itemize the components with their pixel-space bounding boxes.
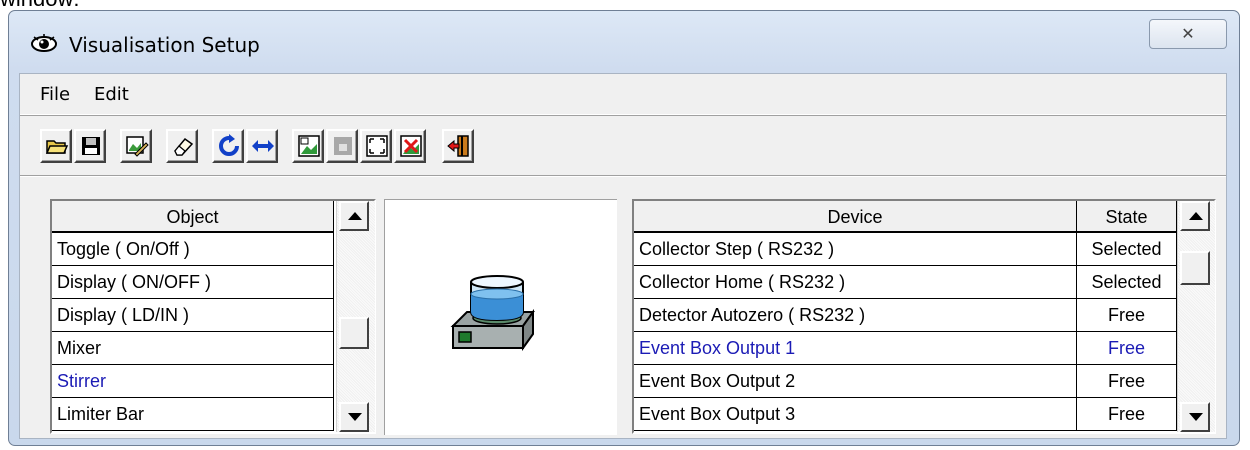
device-name-cell: Collector Home ( RS232 )	[634, 266, 1077, 298]
object-item-label: Display ( LD/IN )	[52, 299, 334, 331]
eye-icon	[31, 33, 57, 55]
client-area: File Edit Object Toggle (On/Off) Displ…	[19, 73, 1227, 439]
device-column-header[interactable]: Device	[634, 201, 1077, 233]
edit-picture-icon	[126, 136, 149, 157]
window-title: Visualisation Setup	[69, 33, 260, 57]
scroll-down-button[interactable]	[1180, 402, 1210, 432]
device-list: Device State Collector Step ( RS232 ) Sel…	[632, 199, 1216, 434]
object-item-label: Stirrer	[52, 365, 334, 397]
menu-file[interactable]: File	[40, 84, 70, 105]
fit-window-icon	[366, 135, 388, 157]
object-list-scrollbar[interactable]	[336, 201, 375, 432]
exit-button[interactable]	[442, 129, 474, 163]
menu-bar: File Edit	[20, 74, 1226, 114]
device-state-cell: Free	[1077, 332, 1177, 364]
visualisation-setup-window: Visualisation Setup ✕ File Edit Object T…	[8, 10, 1240, 446]
device-list-row[interactable]: Detector Autozero ( RS232 ) Free	[634, 299, 1177, 332]
device-list-scrollbar[interactable]	[1177, 201, 1215, 432]
refresh-icon	[219, 134, 239, 156]
device-name-cell: Event Box Output 1	[634, 332, 1077, 364]
device-name-cell: Event Box Output 2	[634, 365, 1077, 397]
device-state-cell: Selected	[1077, 266, 1177, 298]
object-preview	[384, 199, 617, 435]
object-list-item[interactable]: Display ( LD/IN )	[52, 299, 334, 332]
object-item-label: Display ( ON/OFF )	[52, 266, 334, 298]
scroll-thumb[interactable]	[1180, 251, 1210, 285]
object-item-label: Toggle ( On/Off )	[52, 233, 334, 265]
device-list-row[interactable]: Event Box Output 1 Free	[634, 332, 1177, 365]
toolbar	[20, 114, 1226, 175]
edit-picture-button[interactable]	[120, 129, 152, 163]
object-item-label: Limiter Bar	[52, 398, 334, 430]
device-list-row[interactable]: Collector Home ( RS232 ) Selected	[634, 266, 1177, 299]
object-item-label: Mixer	[52, 332, 334, 364]
fit-window-button[interactable]	[360, 129, 392, 163]
open-button[interactable]	[40, 129, 72, 163]
scroll-up-button[interactable]	[1180, 201, 1210, 231]
eraser-icon	[174, 137, 194, 156]
scroll-thumb[interactable]	[339, 317, 369, 349]
arrow-down-icon	[1189, 413, 1203, 421]
device-name-cell: Collector Step ( RS232 )	[634, 233, 1077, 265]
arrow-up-icon	[1189, 212, 1203, 220]
state-column-header[interactable]: State	[1077, 201, 1177, 233]
device-name-cell: Detector Autozero ( RS232 )	[634, 299, 1077, 331]
title-bar[interactable]: Visualisation Setup ✕	[9, 11, 1239, 73]
scroll-down-button[interactable]	[339, 402, 369, 432]
exit-door-icon	[447, 135, 469, 157]
arrow-down-icon	[348, 413, 362, 421]
scroll-up-button[interactable]	[339, 201, 369, 231]
disabled-icon	[334, 137, 352, 155]
device-state-cell: Free	[1077, 398, 1177, 430]
delete-picture-button[interactable]	[394, 129, 426, 163]
object-list-item[interactable]: Mixer	[52, 332, 334, 365]
picture-icon	[298, 135, 320, 157]
save-button[interactable]	[74, 129, 106, 163]
device-list-row[interactable]: Collector Step ( RS232 ) Selected	[634, 233, 1177, 266]
device-state-cell: Selected	[1077, 233, 1177, 265]
object-list-item[interactable]: Display ( ON/OFF )	[52, 266, 334, 299]
stirrer-icon	[450, 275, 535, 352]
delete-picture-icon	[400, 135, 422, 157]
toolbar-divider	[20, 175, 1226, 177]
object-list-item[interactable]: Stirrer	[52, 365, 334, 398]
close-button[interactable]: ✕	[1149, 19, 1227, 49]
menu-edit[interactable]: Edit	[94, 84, 129, 105]
object-list-item[interactable]: Limiter Bar	[52, 398, 334, 431]
eraser-button[interactable]	[166, 129, 198, 163]
object-column-header[interactable]: Object	[52, 201, 334, 233]
device-list-row[interactable]: Event Box Output 2 Free	[634, 365, 1177, 398]
save-disk-icon	[82, 137, 100, 155]
swap-arrows-icon	[252, 140, 274, 152]
refresh-button[interactable]	[212, 129, 244, 163]
device-state-cell: Free	[1077, 299, 1177, 331]
disabled-button[interactable]	[326, 129, 358, 163]
close-icon: ✕	[1181, 24, 1195, 43]
device-state-cell: Free	[1077, 365, 1177, 397]
device-list-row[interactable]: Event Box Output 3 Free	[634, 398, 1177, 431]
arrow-up-icon	[348, 212, 362, 220]
object-list-item[interactable]: Toggle ( On/Off )	[52, 233, 334, 266]
device-name-cell: Event Box Output 3	[634, 398, 1077, 430]
picture-button[interactable]	[292, 129, 324, 163]
object-list: Object Toggle ( On/Off ) Display ( ON/OFF…	[50, 199, 376, 434]
open-folder-icon	[45, 140, 69, 154]
swap-button[interactable]	[246, 129, 278, 163]
